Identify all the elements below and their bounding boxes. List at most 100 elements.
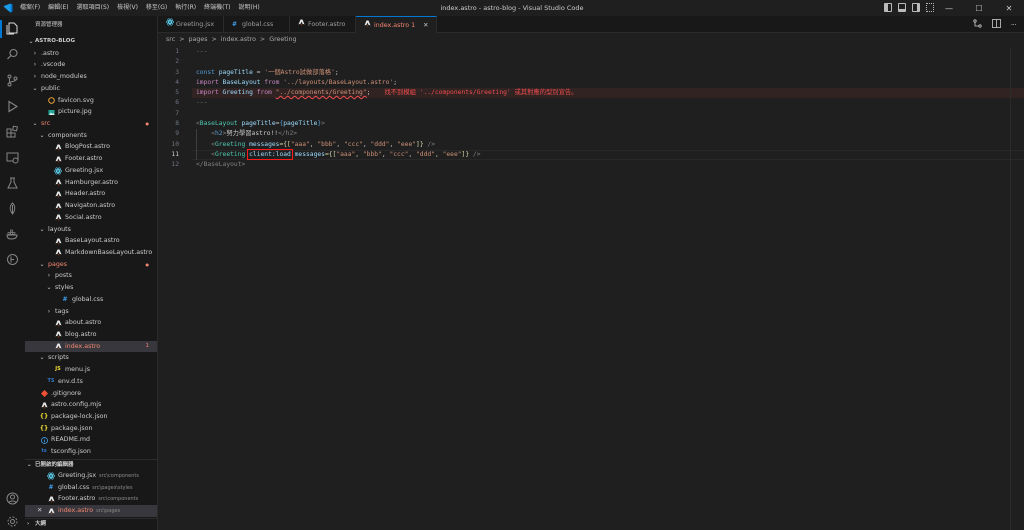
breadcrumb-item[interactable]: index.astro — [221, 36, 256, 43]
tree-item-greeting-jsx[interactable]: Greeting.jsx — [25, 165, 157, 177]
tab-footer-astro[interactable]: Footer.astro — [290, 16, 356, 33]
tab-label: global.css — [242, 21, 274, 28]
toggle-secondary-sidebar-icon[interactable] — [912, 3, 920, 12]
menu-item-1[interactable]: 編輯(E) — [44, 0, 72, 16]
line-number: 8 — [175, 120, 179, 128]
window-controls: — ☐ ✕ — [934, 0, 1024, 16]
breadcrumb-item[interactable]: Greeting — [269, 36, 296, 43]
docker-icon[interactable] — [5, 227, 20, 242]
tree-item-src[interactable]: ⌄ src ● — [25, 118, 157, 130]
tree-item-pages[interactable]: ⌄ pages ● — [25, 259, 157, 271]
menu-item-2[interactable]: 選取項目(S) — [73, 0, 114, 16]
tree-item-package-lock-json[interactable]: {} package-lock.json — [25, 411, 157, 423]
tree-item-baselayout-astro[interactable]: BaseLayout.astro — [25, 235, 157, 247]
tab-greeting-jsx[interactable]: Greeting.jsx — [158, 16, 224, 33]
tree-item-blogpost-astro[interactable]: BlogPost.astro — [25, 141, 157, 153]
tree-item-markdownbaselayout-astro[interactable]: MarkdownBaseLayout.astro — [25, 247, 157, 259]
tree-item-gitignore[interactable]: .gitignore — [25, 388, 157, 400]
more-actions-icon[interactable]: ··· — [1011, 21, 1017, 29]
breadcrumb-separator: > — [259, 36, 266, 43]
compare-icon[interactable] — [973, 19, 982, 30]
tree-item-footer-astro[interactable]: Footer.astro — [25, 153, 157, 165]
open-editor-path: src\pages — [96, 508, 121, 515]
tree-item-tsconfig-json[interactable]: ts tsconfig.json — [25, 446, 157, 458]
tree-item-about-astro[interactable]: about.astro — [25, 317, 157, 329]
open-editor-label: Greeting.jsx — [58, 472, 97, 479]
tree-item-label: Social.astro — [65, 213, 102, 221]
tree-item-vscode[interactable]: › .vscode — [25, 59, 157, 71]
active-indicator — [0, 20, 2, 38]
tree-item-blog-astro[interactable]: blog.astro — [25, 329, 157, 341]
extensions-icon[interactable] — [5, 124, 20, 139]
mongodb-icon[interactable] — [5, 201, 20, 216]
remote-explorer-icon[interactable] — [5, 150, 20, 165]
minimap[interactable] — [950, 47, 1010, 530]
tree-item-picture-jpg[interactable]: picture.jpg — [25, 106, 157, 118]
close-button[interactable]: ✕ — [994, 0, 1024, 16]
toggle-panel-icon[interactable] — [898, 3, 906, 12]
tree-item-label: Greeting.jsx — [65, 166, 104, 174]
tree-item-favicon-svg[interactable]: favicon.svg — [25, 95, 157, 107]
menu-item-3[interactable]: 檢視(V) — [113, 0, 142, 16]
tree-item-astro-config-mjs[interactable]: astro.config.mjs — [25, 399, 157, 411]
tree-item-global-css[interactable]: # global.css — [25, 294, 157, 306]
search-icon[interactable] — [5, 47, 20, 62]
tree-item-social-astro[interactable]: Social.astro — [25, 212, 157, 224]
tree-item-label: src — [41, 120, 51, 128]
open-editor-greeting-jsx[interactable]: Greeting.jsx src\components — [25, 470, 157, 482]
breadcrumb-item[interactable]: src — [166, 36, 175, 43]
maximize-button[interactable]: ☐ — [964, 0, 994, 16]
close-icon[interactable]: ✕ — [423, 22, 428, 29]
tree-item-tags[interactable]: › tags — [25, 306, 157, 318]
menu-item-7[interactable]: 說明(H) — [234, 0, 263, 16]
tree-item-astro[interactable]: › .astro — [25, 48, 157, 60]
code-editor[interactable]: 1 2 3 4 5 6 7 8 9 10 11 12 --- const pageTitle = '一… — [158, 47, 1024, 530]
tree-item-package-json[interactable]: {} package.json — [25, 423, 157, 435]
menu-item-0[interactable]: 檔案(F) — [16, 0, 44, 16]
tree-item-scripts[interactable]: ⌄ scripts — [25, 352, 157, 364]
tree-item-posts[interactable]: › posts — [25, 270, 157, 282]
account-icon[interactable] — [5, 491, 20, 506]
minimize-button[interactable]: — — [934, 0, 964, 16]
breadcrumb-item[interactable]: pages — [188, 36, 207, 43]
tree-item-navigaton-astro[interactable]: Navigaton.astro — [25, 200, 157, 212]
tab-global-css[interactable]: # global.css — [224, 16, 290, 33]
run-debug-icon[interactable] — [5, 99, 20, 114]
tree-item-public[interactable]: ⌄ public — [25, 83, 157, 95]
settings-gear-icon[interactable] — [5, 514, 20, 529]
tree-item-layouts[interactable]: ⌄ layouts — [25, 224, 157, 236]
vertical-scrollbar[interactable] — [1010, 47, 1024, 530]
open-editor-footer-astro[interactable]: Footer.astro src\components — [25, 493, 157, 505]
customize-layout-icon[interactable] — [926, 3, 934, 12]
menu-item-6[interactable]: 終端機(T) — [200, 0, 234, 16]
source-control-icon[interactable] — [5, 73, 20, 88]
timeline-icon[interactable] — [5, 252, 20, 267]
tree-item-components[interactable]: ⌄ components — [25, 130, 157, 142]
tree-item-header-astro[interactable]: Header.astro — [25, 188, 157, 200]
tree-item-env-d-ts[interactable]: TS env.d.ts — [25, 376, 157, 388]
outline-header[interactable]: › 大綱 — [25, 518, 157, 529]
tree-item-node-modules[interactable]: › node_modules — [25, 71, 157, 83]
workspace-root[interactable]: ⌄ ASTRO-BLOG — [25, 36, 157, 48]
split-editor-icon[interactable] — [991, 19, 1001, 30]
menu-item-5[interactable]: 執行(R) — [171, 0, 200, 16]
css-hash-icon: # — [62, 295, 68, 303]
tree-item-menu-js[interactable]: JS menu.js — [25, 364, 157, 376]
tab-index-astro[interactable]: index.astro 1 ✕ — [356, 16, 438, 33]
open-editor-index-astro[interactable]: ✕ index.astro src\pages — [25, 505, 157, 517]
react-icon — [47, 472, 55, 480]
menu-item-4[interactable]: 移至(G) — [142, 0, 171, 16]
tree-item-label: tags — [55, 307, 69, 315]
tree-item-readme-md[interactable]: README.md — [25, 434, 157, 446]
tree-item-index-astro[interactable]: index.astro 1 — [25, 340, 157, 353]
toggle-primary-sidebar-icon[interactable] — [884, 3, 892, 12]
tree-item-hamburger-astro[interactable]: Hamburger.astro — [25, 177, 157, 189]
testing-icon[interactable] — [5, 176, 20, 191]
open-editors-header[interactable]: ⌄ 已開啟的編輯器 — [25, 459, 157, 470]
explorer-icon[interactable] — [5, 21, 20, 36]
close-icon[interactable]: ✕ — [37, 505, 42, 517]
open-editor-global-css[interactable]: # global.css src\pages\styles — [25, 482, 157, 494]
tree-item-styles[interactable]: ⌄ styles — [25, 282, 157, 294]
code-line-6: --- — [196, 99, 208, 107]
